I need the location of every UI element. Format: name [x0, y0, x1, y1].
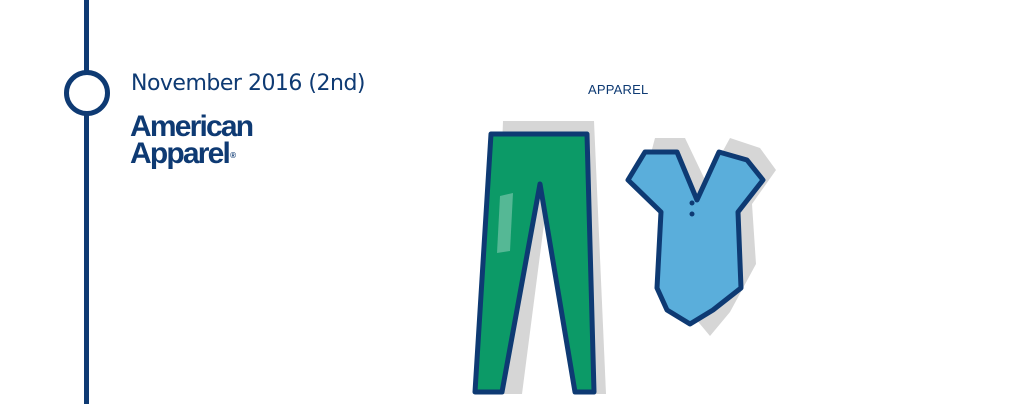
apparel-illustration	[472, 121, 776, 395]
timeline-slide: November 2016 (2nd) American Apparel® AP…	[0, 0, 1024, 404]
bodysuit-icon	[625, 138, 776, 336]
leggings-icon	[472, 121, 606, 395]
